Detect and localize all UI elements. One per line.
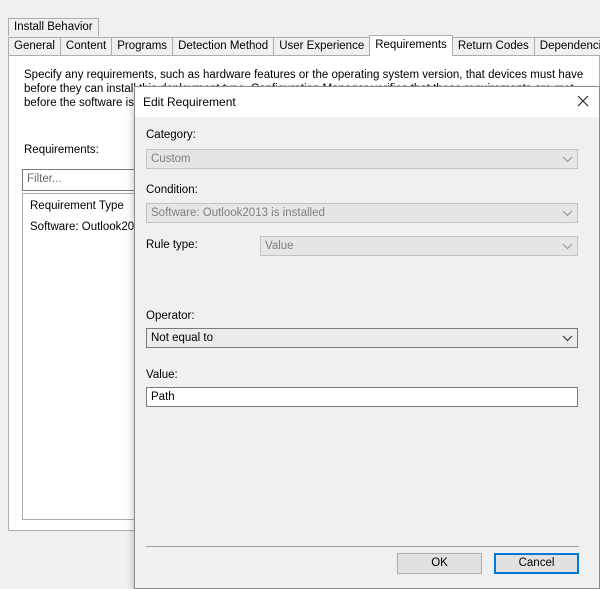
value-input[interactable]: Path	[146, 387, 578, 407]
column-header-requirement-type[interactable]: Requirement Type	[30, 200, 124, 212]
ok-button[interactable]: OK	[397, 553, 482, 574]
operator-select[interactable]: Not equal to	[146, 328, 578, 348]
divider	[146, 546, 579, 547]
dialog-titlebar: Edit Requirement	[135, 87, 599, 117]
value-label: Value:	[146, 369, 178, 381]
tab-user-experience[interactable]: User Experience	[273, 37, 371, 55]
tab-requirements[interactable]: Requirements	[369, 35, 453, 56]
tab-dependencies[interactable]: Dependencies	[533, 37, 600, 55]
operator-label: Operator:	[146, 310, 195, 322]
chevron-down-icon	[562, 335, 573, 342]
tab-content[interactable]: Content	[59, 37, 113, 55]
chevron-down-icon	[562, 156, 573, 163]
edit-requirement-dialog: Edit Requirement Category: Custom Condit…	[134, 86, 600, 589]
category-select: Custom	[146, 149, 578, 169]
list-item[interactable]: Software: Outlook2013	[30, 221, 147, 233]
tab-programs[interactable]: Programs	[111, 37, 174, 55]
dialog-title: Edit Requirement	[143, 95, 236, 109]
condition-value: Software: Outlook2013 is installed	[151, 207, 325, 219]
rule-type-label: Rule type:	[146, 239, 198, 251]
tab-return-codes[interactable]: Return Codes	[451, 37, 535, 55]
tab-row: General Content Programs Detection Metho…	[8, 35, 600, 56]
category-value: Custom	[151, 153, 191, 165]
chevron-down-icon	[562, 210, 573, 217]
condition-select: Software: Outlook2013 is installed	[146, 203, 578, 223]
operator-value: Not equal to	[151, 332, 214, 344]
tab-general[interactable]: General	[8, 37, 61, 55]
condition-label: Condition:	[146, 184, 198, 196]
requirements-label: Requirements:	[24, 144, 99, 156]
tab-detection-method[interactable]: Detection Method	[172, 37, 275, 55]
chevron-down-icon	[562, 243, 573, 250]
rule-type-select: Value	[260, 236, 578, 256]
top-tab-row: Install Behavior	[8, 18, 99, 36]
cancel-button[interactable]: Cancel	[494, 553, 579, 574]
rule-type-value: Value	[265, 240, 294, 252]
close-icon[interactable]	[573, 91, 593, 111]
tab-install-behavior[interactable]: Install Behavior	[8, 18, 99, 36]
category-label: Category:	[146, 129, 196, 141]
